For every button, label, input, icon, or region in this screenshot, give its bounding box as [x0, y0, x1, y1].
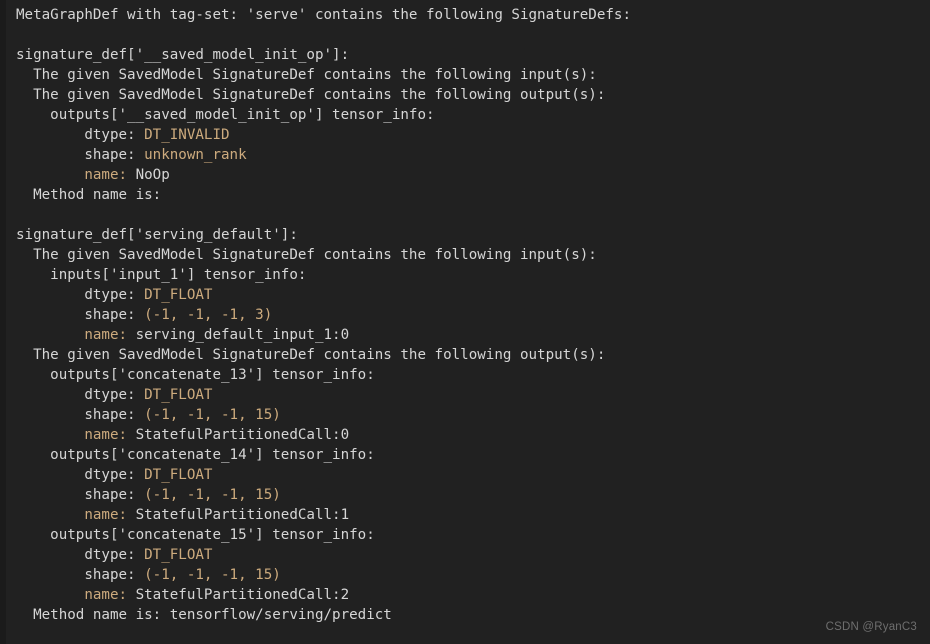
console-line: signature_def['serving_default']:: [16, 225, 930, 245]
tensor-name-label: name:: [84, 587, 136, 603]
console-line-text: shape:: [16, 487, 145, 503]
console-line: dtype: DT_INVALID: [16, 125, 930, 145]
console-line-text: [16, 507, 84, 523]
console-line: name: serving_default_input_1:0: [16, 325, 930, 345]
tensor-attribute-value: DT_FLOAT: [144, 387, 213, 403]
tensor-name-label: name:: [84, 427, 136, 443]
console-line: name: StatefulPartitionedCall:0: [16, 425, 930, 445]
console-line-text: [16, 327, 84, 343]
tensor-attribute-value: DT_INVALID: [144, 127, 230, 143]
console-line: MetaGraphDef with tag-set: 'serve' conta…: [16, 5, 930, 25]
console-line: shape: (-1, -1, -1, 15): [16, 405, 930, 425]
console-line: dtype: DT_FLOAT: [16, 545, 930, 565]
console-line-text: shape:: [16, 307, 145, 323]
console-line-text: shape:: [16, 407, 145, 423]
console-line-text: [16, 427, 84, 443]
console-line: inputs['input_1'] tensor_info:: [16, 265, 930, 285]
console-line: Method name is: tensorflow/serving/predi…: [16, 605, 930, 625]
console-line-text: The given SavedModel SignatureDef contai…: [16, 347, 606, 363]
tensor-attribute-value: DT_FLOAT: [144, 287, 213, 303]
console-line-text: dtype:: [16, 287, 145, 303]
tensor-attribute-value: (-1, -1, -1, 15): [144, 407, 281, 423]
tensor-name-value: StatefulPartitionedCall:2: [135, 587, 350, 603]
console-line-text: Method name is: tensorflow/serving/predi…: [16, 607, 392, 623]
tensor-name-label: name:: [84, 327, 136, 343]
console-line-text: dtype:: [16, 127, 145, 143]
tensor-name-value: NoOp: [135, 167, 170, 183]
console-line: name: NoOp: [16, 165, 930, 185]
console-line: outputs['__saved_model_init_op'] tensor_…: [16, 105, 930, 125]
console-line: name: StatefulPartitionedCall:2: [16, 585, 930, 605]
console-line: dtype: DT_FLOAT: [16, 385, 930, 405]
console-line: dtype: DT_FLOAT: [16, 285, 930, 305]
console-line: The given SavedModel SignatureDef contai…: [16, 345, 930, 365]
tensor-attribute-value: (-1, -1, -1, 15): [144, 567, 281, 583]
console-line: shape: unknown_rank: [16, 145, 930, 165]
console-line: The given SavedModel SignatureDef contai…: [16, 245, 930, 265]
console-line: Method name is:: [16, 185, 930, 205]
console-line-text: shape:: [16, 567, 145, 583]
tensor-name-value: serving_default_input_1:0: [135, 327, 350, 343]
console-line-text: inputs['input_1'] tensor_info:: [16, 267, 307, 283]
console-line-text: shape:: [16, 147, 145, 163]
tensor-name-label: name:: [84, 167, 136, 183]
tensor-name-value: StatefulPartitionedCall:1: [135, 507, 350, 523]
console-line-text: The given SavedModel SignatureDef contai…: [16, 87, 606, 103]
console-line: outputs['concatenate_13'] tensor_info:: [16, 365, 930, 385]
console-line-text: outputs['concatenate_15'] tensor_info:: [16, 527, 375, 543]
tensor-attribute-value: DT_FLOAT: [144, 547, 213, 563]
console-output-text[interactable]: MetaGraphDef with tag-set: 'serve' conta…: [6, 0, 930, 644]
console-line-text: dtype:: [16, 547, 145, 563]
console-line: shape: (-1, -1, -1, 15): [16, 565, 930, 585]
console-line-text: MetaGraphDef with tag-set: 'serve' conta…: [16, 7, 631, 23]
console-line: The given SavedModel SignatureDef contai…: [16, 85, 930, 105]
console-line: outputs['concatenate_14'] tensor_info:: [16, 445, 930, 465]
console-line-text: signature_def['__saved_model_init_op']:: [16, 47, 350, 63]
tensor-attribute-value: unknown_rank: [144, 147, 247, 163]
console-line-text: The given SavedModel SignatureDef contai…: [16, 67, 597, 83]
console-line-text: outputs['concatenate_14'] tensor_info:: [16, 447, 375, 463]
console-line: outputs['concatenate_15'] tensor_info:: [16, 525, 930, 545]
console-line: The given SavedModel SignatureDef contai…: [16, 65, 930, 85]
tensor-name-value: StatefulPartitionedCall:0: [135, 427, 350, 443]
tensor-name-label: name:: [84, 507, 136, 523]
console-line: signature_def['__saved_model_init_op']:: [16, 45, 930, 65]
console-line: dtype: DT_FLOAT: [16, 465, 930, 485]
terminal-window: MetaGraphDef with tag-set: 'serve' conta…: [0, 0, 930, 644]
console-line-text: dtype:: [16, 387, 145, 403]
tensor-attribute-value: (-1, -1, -1, 15): [144, 487, 281, 503]
console-line: shape: (-1, -1, -1, 3): [16, 305, 930, 325]
console-line: shape: (-1, -1, -1, 15): [16, 485, 930, 505]
console-line-text: The given SavedModel SignatureDef contai…: [16, 247, 597, 263]
console-line-text: [16, 167, 84, 183]
console-line-text: outputs['concatenate_13'] tensor_info:: [16, 367, 375, 383]
console-line-text: signature_def['serving_default']:: [16, 227, 298, 243]
console-line-text: Method name is:: [16, 187, 162, 203]
watermark-label: CSDN @RyanC3: [825, 621, 917, 633]
tensor-attribute-value: DT_FLOAT: [144, 467, 213, 483]
console-line-text: [16, 587, 84, 603]
console-line-text: dtype:: [16, 467, 145, 483]
console-line: name: StatefulPartitionedCall:1: [16, 505, 930, 525]
console-line-text: outputs['__saved_model_init_op'] tensor_…: [16, 107, 435, 123]
tensor-attribute-value: (-1, -1, -1, 3): [144, 307, 273, 323]
